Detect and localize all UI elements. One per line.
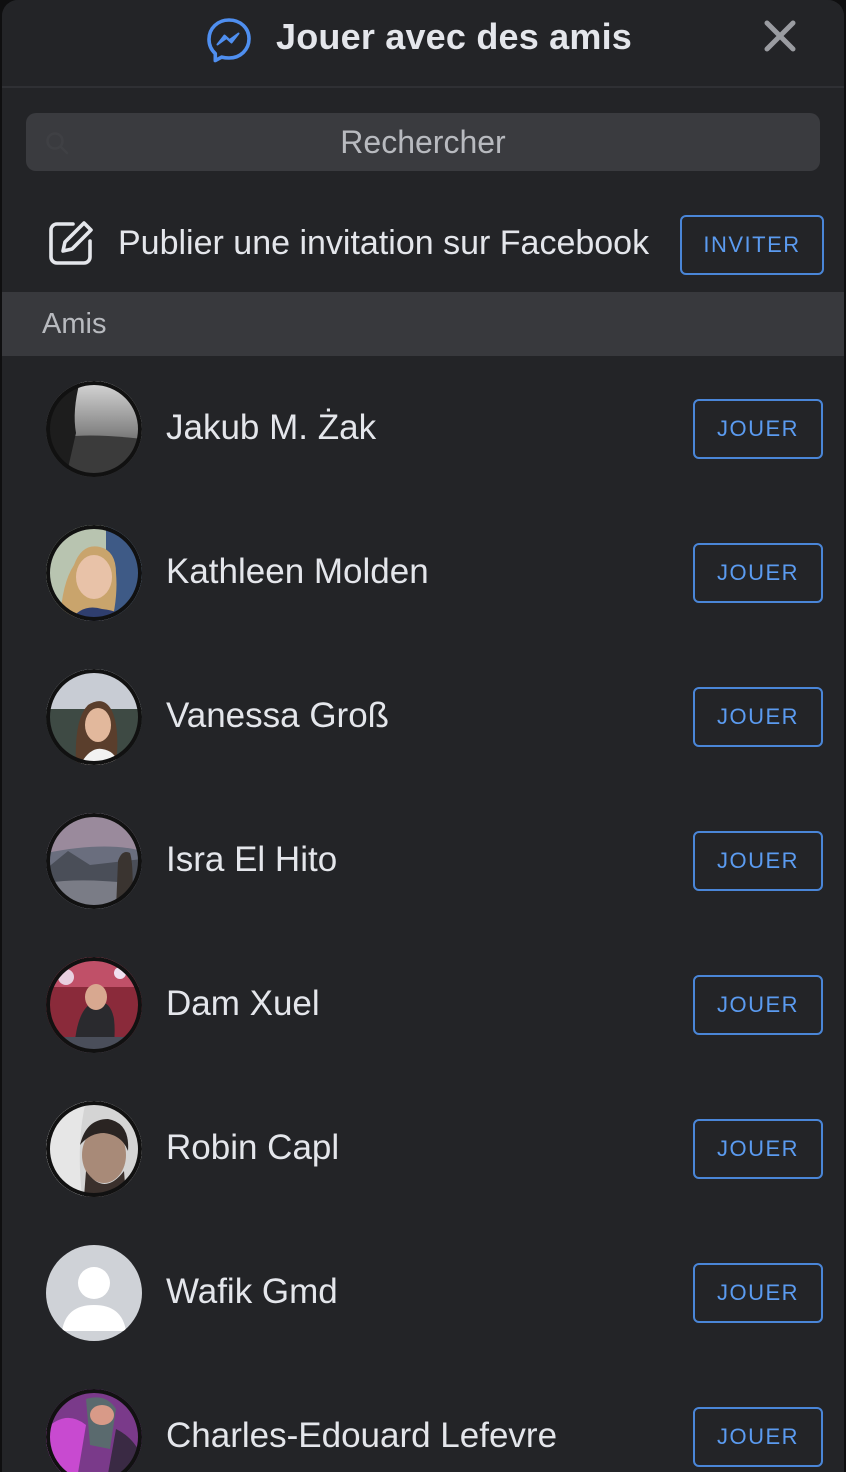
friend-name: Wafik Gmd bbox=[166, 1272, 338, 1311]
friend-list: Jakub M. Żak JOUER Kathleen Molden JOUER bbox=[2, 358, 844, 1472]
friend-row: Isra El Hito JOUER bbox=[2, 790, 844, 934]
compose-icon bbox=[49, 221, 93, 265]
friend-name: Dam Xuel bbox=[166, 984, 320, 1023]
search-bar bbox=[26, 113, 820, 171]
play-button[interactable]: JOUER bbox=[693, 399, 823, 459]
friend-name: Charles-Edouard Lefevre bbox=[166, 1416, 558, 1455]
friend-name: Vanessa Groß bbox=[166, 696, 390, 735]
facebook-invite-row: Publier une invitation sur Facebook INVI… bbox=[2, 196, 844, 292]
friend-row: Dam Xuel JOUER bbox=[2, 934, 844, 1078]
play-button[interactable]: JOUER bbox=[693, 543, 823, 603]
messenger-icon bbox=[207, 18, 251, 63]
avatar bbox=[46, 381, 142, 477]
friend-row: Wafik Gmd JOUER bbox=[2, 1222, 844, 1366]
dialog-title: Jouer avec des amis bbox=[276, 16, 633, 57]
friend-row: Kathleen Molden JOUER bbox=[2, 502, 844, 646]
avatar bbox=[46, 1389, 142, 1472]
friend-row: Jakub M. Żak JOUER bbox=[2, 358, 844, 502]
avatar bbox=[46, 525, 142, 621]
friend-name: Robin Capl bbox=[166, 1128, 340, 1167]
friend-row: Robin Capl JOUER bbox=[2, 1078, 844, 1222]
play-button[interactable]: JOUER bbox=[693, 975, 823, 1035]
friend-name: Kathleen Molden bbox=[166, 552, 429, 591]
default-avatar-icon bbox=[46, 1245, 142, 1341]
avatar bbox=[46, 957, 142, 1053]
friend-row: Vanessa Groß JOUER bbox=[2, 646, 844, 790]
dialog-header: Jouer avec des amis bbox=[2, 0, 844, 88]
friends-section-header: Amis bbox=[2, 292, 844, 356]
play-button[interactable]: JOUER bbox=[693, 687, 823, 747]
section-label: Amis bbox=[42, 308, 107, 340]
search-icon bbox=[46, 132, 69, 155]
play-button[interactable]: JOUER bbox=[693, 1407, 823, 1467]
friend-name: Isra El Hito bbox=[166, 840, 338, 879]
play-button[interactable]: JOUER bbox=[693, 1119, 823, 1179]
play-with-friends-dialog: Jouer avec des amis Publier une invitati… bbox=[2, 0, 844, 1472]
close-icon[interactable] bbox=[762, 18, 798, 54]
avatar bbox=[46, 1101, 142, 1197]
friend-row: Charles-Edouard Lefevre JOUER bbox=[2, 1366, 844, 1472]
invite-button[interactable]: INVITER bbox=[680, 215, 824, 275]
search-input[interactable] bbox=[26, 113, 820, 171]
friend-name: Jakub M. Żak bbox=[166, 408, 377, 447]
avatar bbox=[46, 669, 142, 765]
play-button[interactable]: JOUER bbox=[693, 831, 823, 891]
play-button[interactable]: JOUER bbox=[693, 1263, 823, 1323]
invite-label: Publier une invitation sur Facebook bbox=[118, 224, 650, 262]
avatar bbox=[46, 813, 142, 909]
